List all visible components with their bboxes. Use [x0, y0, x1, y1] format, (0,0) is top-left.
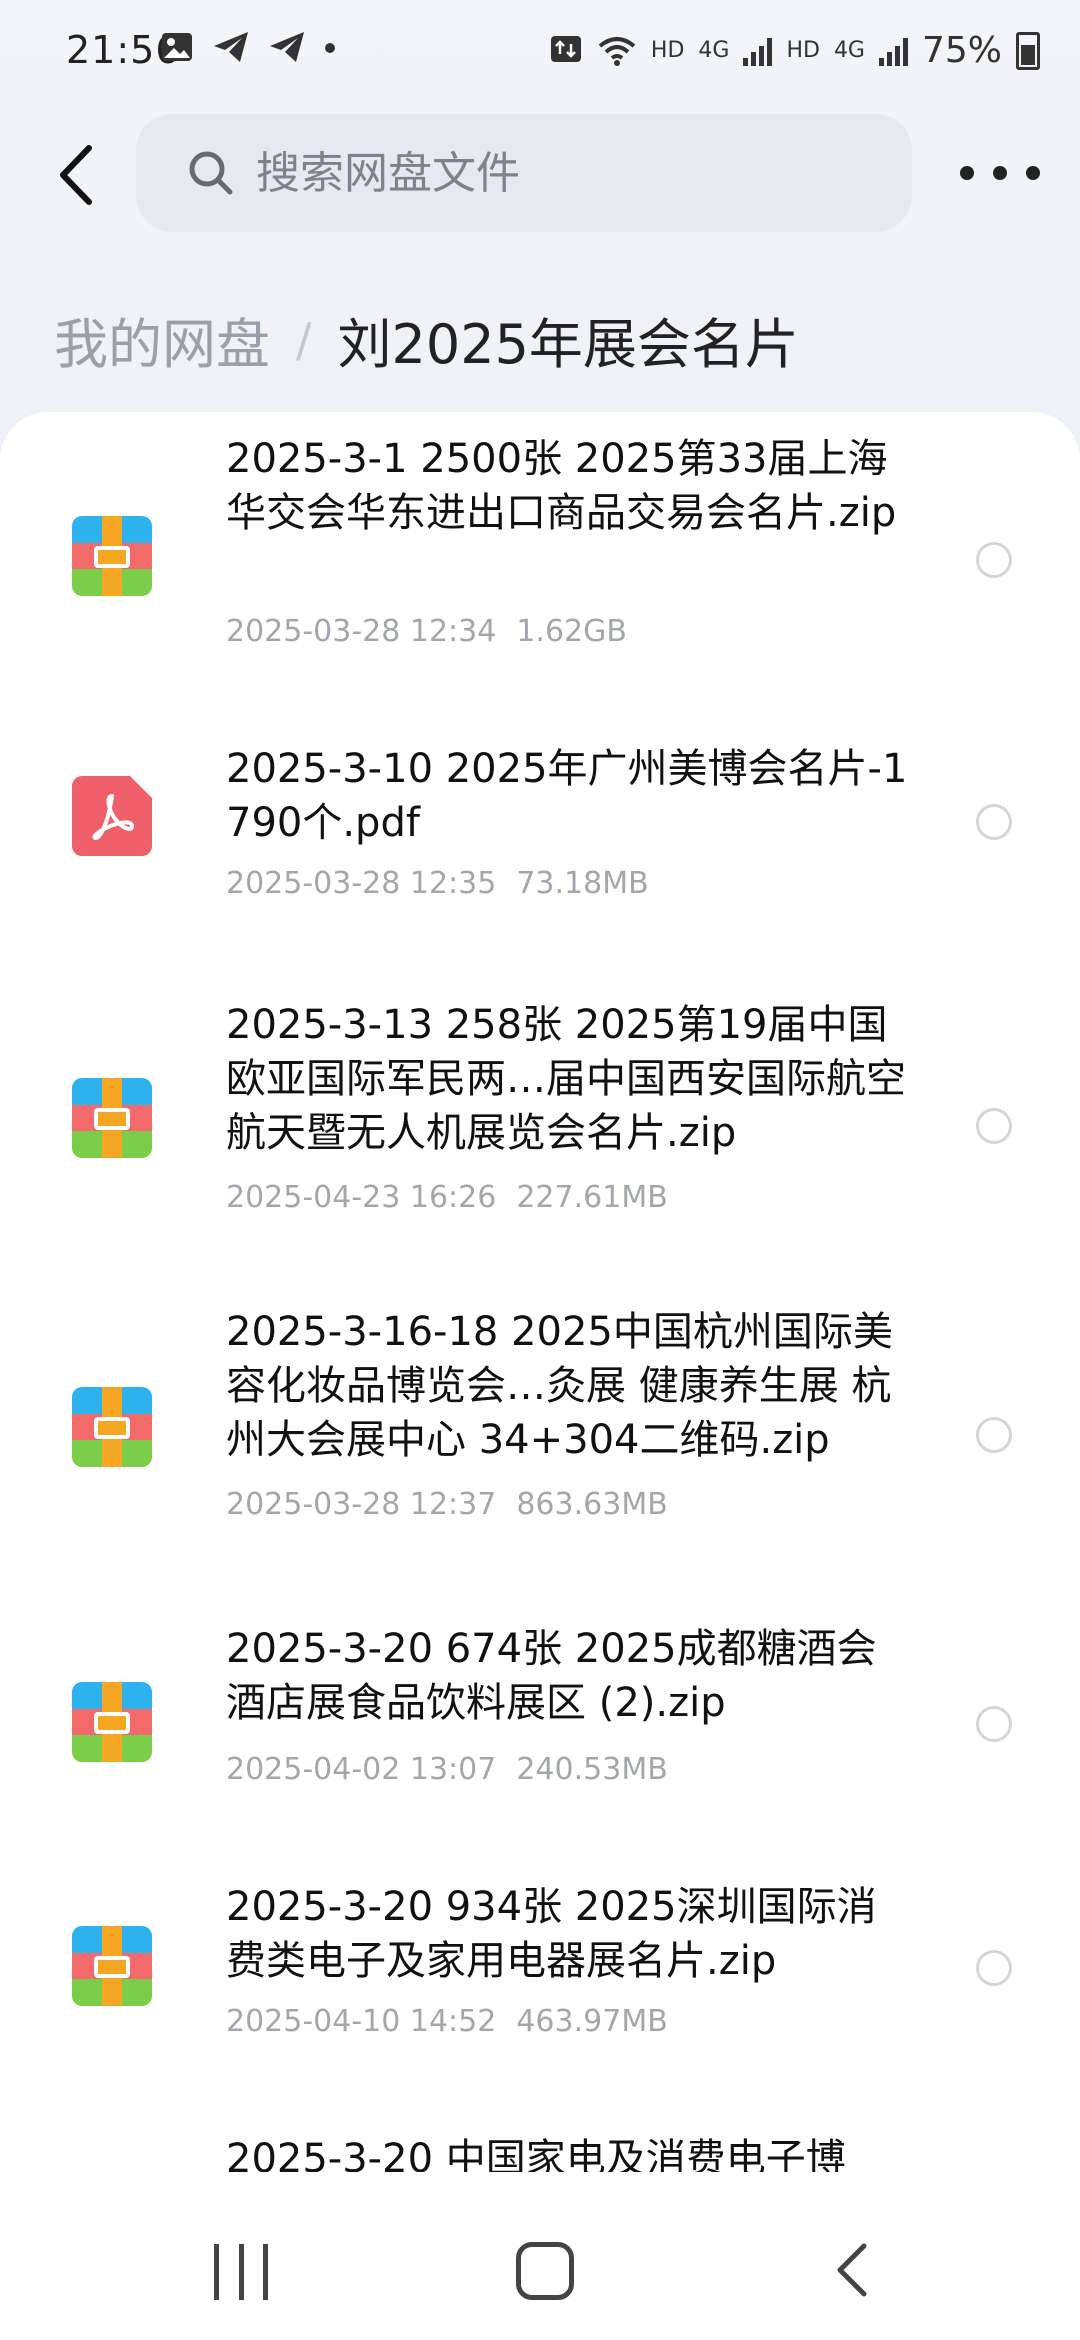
file-size: 863.63MB [516, 1487, 668, 1522]
file-size: 463.97MB [516, 2004, 668, 2039]
file-size: 73.18MB [516, 866, 649, 901]
file-row[interactable]: 2025-3-20 中国家电及消费电子博 [0, 2132, 1080, 2172]
data-transfer-icon [550, 35, 581, 62]
file-row[interactable]: 2025-3-20 934张 2025深圳国际消费类电子及家用电器展名片.zip… [0, 1880, 1080, 2050]
file-meta: 2025-03-28 12:34 1.62GB [226, 614, 627, 649]
file-name: 2025-3-16-18 2025中国杭州国际美容化妆品博览会…灸展 健康养生展… [226, 1309, 893, 1463]
archive-zip-icon [72, 1078, 152, 1158]
breadcrumb-separator: / [296, 312, 312, 367]
file-row[interactable]: 2025-3-13 258张 2025第19届中国欧亚国际军民两…届中国西安国际… [0, 998, 1080, 1218]
archive-zip-icon [72, 1926, 152, 2006]
file-row[interactable]: 2025-3-20 674张 2025成都糖酒会酒店展食品饮料展区 (2).zi… [0, 1622, 1080, 1792]
file-list: 2025-3-1 2500张 2025第33届上海华交会华东进出口商品交易会名片… [0, 412, 1080, 2172]
select-checkbox[interactable] [976, 542, 1012, 578]
search-bar[interactable] [136, 114, 912, 232]
notification-icons [160, 30, 336, 64]
file-date: 2025-04-02 13:07 [226, 1752, 497, 1787]
more-horizontal-icon [960, 166, 974, 180]
archive-zip-icon [72, 1387, 152, 1467]
more-options-button[interactable] [960, 150, 1040, 196]
select-checkbox[interactable] [976, 1108, 1012, 1144]
signal-strength-icon [743, 36, 773, 66]
file-meta: 2025-03-28 12:35 73.18MB [226, 866, 649, 901]
network-4g-1: 4G [698, 38, 730, 63]
file-name: 2025-3-20 934张 2025深圳国际消费类电子及家用电器展名片.zip [226, 1884, 877, 1984]
back-button[interactable] [40, 135, 110, 215]
system-back-button[interactable] [826, 2240, 876, 2300]
search-icon [189, 151, 233, 195]
chevron-left-icon [60, 145, 92, 205]
file-name: 2025-3-13 258张 2025第19届中国欧亚国际军民两…届中国西安国际… [226, 1002, 906, 1156]
archive-zip-icon [72, 516, 152, 596]
pdf-file-icon [72, 776, 152, 856]
network-4g-2: 4G [833, 38, 865, 63]
recents-icon [214, 2244, 219, 2300]
file-date: 2025-04-10 14:52 [226, 2004, 497, 2039]
file-meta: 2025-04-23 16:26 227.61MB [226, 1180, 668, 1215]
system-status: HD 4G HD 4G 75% [549, 30, 1040, 71]
telegram-icon [214, 32, 248, 62]
search-input[interactable] [254, 146, 818, 200]
gallery-icon [162, 33, 192, 61]
status-bar: 21:56 HD 4G HD 4G 75% [0, 0, 1080, 105]
file-date: 2025-03-28 12:34 [226, 614, 497, 649]
home-button[interactable] [516, 2242, 574, 2300]
network-hd-1: HD [650, 38, 685, 63]
select-checkbox[interactable] [976, 1950, 1012, 1986]
signal-strength-icon-2 [878, 36, 908, 66]
battery-icon [1016, 31, 1040, 70]
recent-apps-button[interactable] [214, 2244, 268, 2300]
archive-zip-icon [72, 1682, 152, 1762]
file-name: 2025-3-20 中国家电及消费电子博 [226, 2136, 846, 2172]
battery-percent: 75% [921, 30, 1002, 71]
select-checkbox[interactable] [976, 1706, 1012, 1742]
file-date: 2025-03-28 12:37 [226, 1487, 497, 1522]
chevron-left-icon [837, 2243, 867, 2297]
select-checkbox[interactable] [976, 804, 1012, 840]
file-name: 2025-3-20 674张 2025成都糖酒会酒店展食品饮料展区 (2).zi… [226, 1626, 877, 1726]
file-date: 2025-03-28 12:35 [226, 866, 497, 901]
file-row[interactable]: 2025-3-16-18 2025中国杭州国际美容化妆品博览会…灸展 健康养生展… [0, 1305, 1080, 1525]
system-navigation-bar [0, 2180, 1080, 2340]
file-row[interactable]: 2025-3-10 2025年广州美博会名片-1790个.pdf 2025-03… [0, 742, 1080, 902]
wifi-icon [598, 36, 636, 66]
file-size: 1.62GB [516, 614, 627, 649]
file-size: 240.53MB [516, 1752, 668, 1787]
pdf-symbol-icon [92, 794, 134, 840]
breadcrumb: 我的网盘 / 刘2025年展会名片 [54, 300, 799, 379]
telegram-icon-2 [270, 32, 304, 62]
file-meta: 2025-03-28 12:37 863.63MB [226, 1487, 668, 1522]
file-date: 2025-04-23 16:26 [226, 1180, 497, 1215]
select-checkbox[interactable] [976, 1417, 1012, 1453]
file-meta: 2025-04-02 13:07 240.53MB [226, 1752, 668, 1787]
more-notifications-dot-icon [325, 43, 335, 53]
breadcrumb-current-folder: 刘2025年展会名片 [337, 313, 799, 376]
network-hd-2: HD [786, 38, 820, 63]
file-name: 2025-3-10 2025年广州美博会名片-1790个.pdf [226, 746, 908, 846]
file-meta: 2025-04-10 14:52 463.97MB [226, 2004, 668, 2039]
file-name: 2025-3-1 2500张 2025第33届上海华交会华东进出口商品交易会名片… [226, 436, 897, 536]
file-row[interactable]: 2025-3-1 2500张 2025第33届上海华交会华东进出口商品交易会名片… [0, 432, 1080, 672]
file-size: 227.61MB [516, 1180, 668, 1215]
breadcrumb-root[interactable]: 我的网盘 [54, 300, 270, 379]
